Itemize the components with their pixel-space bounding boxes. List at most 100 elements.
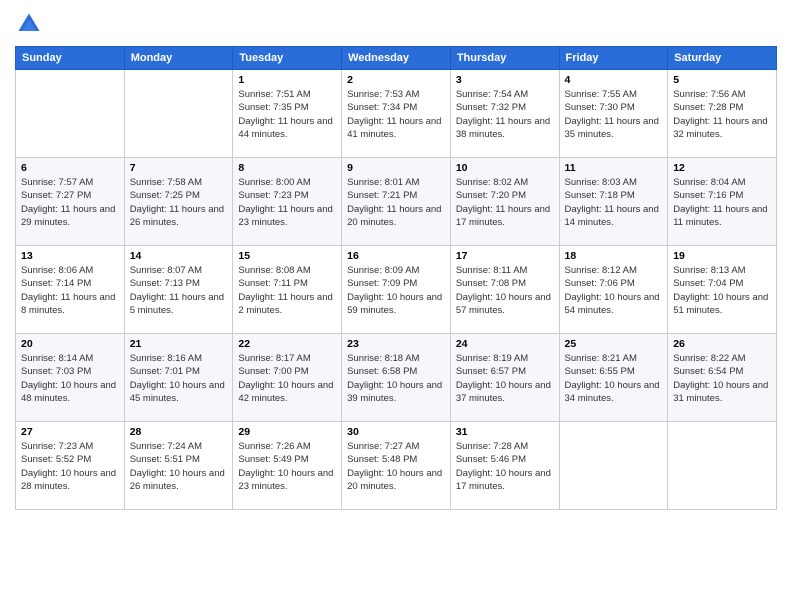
day-number: 12 xyxy=(673,162,771,174)
day-number: 29 xyxy=(238,426,336,438)
calendar-cell: 26 Sunrise: 8:22 AM Sunset: 6:54 PM Dayli… xyxy=(668,334,777,422)
day-info: Sunrise: 8:01 AM Sunset: 7:21 PM Dayligh… xyxy=(347,176,445,229)
day-info: Sunrise: 7:56 AM Sunset: 7:28 PM Dayligh… xyxy=(673,88,771,141)
day-info: Sunrise: 8:14 AM Sunset: 7:03 PM Dayligh… xyxy=(21,352,119,405)
day-info: Sunrise: 7:23 AM Sunset: 5:52 PM Dayligh… xyxy=(21,440,119,493)
day-info: Sunrise: 8:00 AM Sunset: 7:23 PM Dayligh… xyxy=(238,176,336,229)
day-number: 19 xyxy=(673,250,771,262)
calendar-cell: 23 Sunrise: 8:18 AM Sunset: 6:58 PM Dayli… xyxy=(342,334,451,422)
day-info: Sunrise: 7:54 AM Sunset: 7:32 PM Dayligh… xyxy=(456,88,554,141)
day-number: 9 xyxy=(347,162,445,174)
day-info: Sunrise: 8:07 AM Sunset: 7:13 PM Dayligh… xyxy=(130,264,228,317)
day-number: 27 xyxy=(21,426,119,438)
day-number: 28 xyxy=(130,426,228,438)
weekday-header-saturday: Saturday xyxy=(668,47,777,70)
day-info: Sunrise: 8:22 AM Sunset: 6:54 PM Dayligh… xyxy=(673,352,771,405)
day-info: Sunrise: 7:53 AM Sunset: 7:34 PM Dayligh… xyxy=(347,88,445,141)
day-number: 6 xyxy=(21,162,119,174)
day-number: 24 xyxy=(456,338,554,350)
calendar-cell: 13 Sunrise: 8:06 AM Sunset: 7:14 PM Dayli… xyxy=(16,246,125,334)
day-number: 11 xyxy=(565,162,663,174)
day-info: Sunrise: 8:21 AM Sunset: 6:55 PM Dayligh… xyxy=(565,352,663,405)
calendar-cell: 17 Sunrise: 8:11 AM Sunset: 7:08 PM Dayli… xyxy=(450,246,559,334)
day-number: 18 xyxy=(565,250,663,262)
day-number: 31 xyxy=(456,426,554,438)
calendar-cell xyxy=(668,422,777,510)
calendar-cell xyxy=(124,70,233,158)
day-info: Sunrise: 8:06 AM Sunset: 7:14 PM Dayligh… xyxy=(21,264,119,317)
calendar-cell: 3Sunrise: 7:54 AM Sunset: 7:32 PM Daylig… xyxy=(450,70,559,158)
day-info: Sunrise: 7:27 AM Sunset: 5:48 PM Dayligh… xyxy=(347,440,445,493)
calendar-cell: 28 Sunrise: 7:24 AM Sunset: 5:51 PM Dayli… xyxy=(124,422,233,510)
day-info: Sunrise: 8:04 AM Sunset: 7:16 PM Dayligh… xyxy=(673,176,771,229)
calendar-cell: 27 Sunrise: 7:23 AM Sunset: 5:52 PM Dayli… xyxy=(16,422,125,510)
calendar-cell: 12 Sunrise: 8:04 AM Sunset: 7:16 PM Dayli… xyxy=(668,158,777,246)
logo xyxy=(15,10,47,38)
day-number: 14 xyxy=(130,250,228,262)
weekday-header-monday: Monday xyxy=(124,47,233,70)
day-number: 17 xyxy=(456,250,554,262)
calendar-cell xyxy=(16,70,125,158)
day-number: 20 xyxy=(21,338,119,350)
day-info: Sunrise: 7:28 AM Sunset: 5:46 PM Dayligh… xyxy=(456,440,554,493)
weekday-header-wednesday: Wednesday xyxy=(342,47,451,70)
calendar-cell: 1 Sunrise: 7:51 AM Sunset: 7:35 PM Daylig… xyxy=(233,70,342,158)
calendar-cell: 22 Sunrise: 8:17 AM Sunset: 7:00 PM Dayli… xyxy=(233,334,342,422)
calendar-cell: 16 Sunrise: 8:09 AM Sunset: 7:09 PM Dayli… xyxy=(342,246,451,334)
calendar-cell: 5Sunrise: 7:56 AM Sunset: 7:28 PM Daylig… xyxy=(668,70,777,158)
day-info: Sunrise: 8:11 AM Sunset: 7:08 PM Dayligh… xyxy=(456,264,554,317)
calendar-cell: 18Sunrise: 8:12 AM Sunset: 7:06 PM Dayli… xyxy=(559,246,668,334)
calendar-cell: 31 Sunrise: 7:28 AM Sunset: 5:46 PM Dayli… xyxy=(450,422,559,510)
calendar-cell: 9 Sunrise: 8:01 AM Sunset: 7:21 PM Daylig… xyxy=(342,158,451,246)
logo-icon xyxy=(15,10,43,38)
day-info: Sunrise: 7:26 AM Sunset: 5:49 PM Dayligh… xyxy=(238,440,336,493)
week-row-1: 1 Sunrise: 7:51 AM Sunset: 7:35 PM Daylig… xyxy=(16,70,777,158)
day-number: 10 xyxy=(456,162,554,174)
day-number: 15 xyxy=(238,250,336,262)
day-number: 8 xyxy=(238,162,336,174)
day-info: Sunrise: 7:58 AM Sunset: 7:25 PM Dayligh… xyxy=(130,176,228,229)
weekday-header-thursday: Thursday xyxy=(450,47,559,70)
day-info: Sunrise: 7:57 AM Sunset: 7:27 PM Dayligh… xyxy=(21,176,119,229)
day-info: Sunrise: 8:08 AM Sunset: 7:11 PM Dayligh… xyxy=(238,264,336,317)
weekday-header-sunday: Sunday xyxy=(16,47,125,70)
day-number: 30 xyxy=(347,426,445,438)
calendar-cell: 8 Sunrise: 8:00 AM Sunset: 7:23 PM Daylig… xyxy=(233,158,342,246)
day-info: Sunrise: 8:03 AM Sunset: 7:18 PM Dayligh… xyxy=(565,176,663,229)
calendar-cell: 29 Sunrise: 7:26 AM Sunset: 5:49 PM Dayli… xyxy=(233,422,342,510)
calendar-cell: 15 Sunrise: 8:08 AM Sunset: 7:11 PM Dayli… xyxy=(233,246,342,334)
day-number: 23 xyxy=(347,338,445,350)
day-number: 1 xyxy=(238,74,336,86)
header xyxy=(15,10,777,38)
day-number: 22 xyxy=(238,338,336,350)
week-row-2: 6 Sunrise: 7:57 AM Sunset: 7:27 PM Daylig… xyxy=(16,158,777,246)
calendar-cell: 30 Sunrise: 7:27 AM Sunset: 5:48 PM Dayli… xyxy=(342,422,451,510)
day-info: Sunrise: 7:24 AM Sunset: 5:51 PM Dayligh… xyxy=(130,440,228,493)
day-info: Sunrise: 8:17 AM Sunset: 7:00 PM Dayligh… xyxy=(238,352,336,405)
day-info: Sunrise: 7:55 AM Sunset: 7:30 PM Dayligh… xyxy=(565,88,663,141)
day-number: 26 xyxy=(673,338,771,350)
calendar-table: SundayMondayTuesdayWednesdayThursdayFrid… xyxy=(15,46,777,510)
day-info: Sunrise: 7:51 AM Sunset: 7:35 PM Dayligh… xyxy=(238,88,336,141)
day-number: 13 xyxy=(21,250,119,262)
week-row-4: 20 Sunrise: 8:14 AM Sunset: 7:03 PM Dayli… xyxy=(16,334,777,422)
calendar-cell: 21Sunrise: 8:16 AM Sunset: 7:01 PM Dayli… xyxy=(124,334,233,422)
day-number: 25 xyxy=(565,338,663,350)
weekday-header-tuesday: Tuesday xyxy=(233,47,342,70)
weekday-header-friday: Friday xyxy=(559,47,668,70)
calendar-cell: 20 Sunrise: 8:14 AM Sunset: 7:03 PM Dayli… xyxy=(16,334,125,422)
day-number: 21 xyxy=(130,338,228,350)
day-info: Sunrise: 8:02 AM Sunset: 7:20 PM Dayligh… xyxy=(456,176,554,229)
day-number: 2 xyxy=(347,74,445,86)
day-number: 16 xyxy=(347,250,445,262)
calendar-cell: 10 Sunrise: 8:02 AM Sunset: 7:20 PM Dayli… xyxy=(450,158,559,246)
weekday-header-row: SundayMondayTuesdayWednesdayThursdayFrid… xyxy=(16,47,777,70)
day-info: Sunrise: 8:18 AM Sunset: 6:58 PM Dayligh… xyxy=(347,352,445,405)
page: SundayMondayTuesdayWednesdayThursdayFrid… xyxy=(0,0,792,612)
calendar-cell: 25 Sunrise: 8:21 AM Sunset: 6:55 PM Dayli… xyxy=(559,334,668,422)
calendar-cell: 11 Sunrise: 8:03 AM Sunset: 7:18 PM Dayli… xyxy=(559,158,668,246)
day-info: Sunrise: 8:19 AM Sunset: 6:57 PM Dayligh… xyxy=(456,352,554,405)
calendar-cell: 14 Sunrise: 8:07 AM Sunset: 7:13 PM Dayli… xyxy=(124,246,233,334)
day-info: Sunrise: 8:09 AM Sunset: 7:09 PM Dayligh… xyxy=(347,264,445,317)
calendar-cell: 2 Sunrise: 7:53 AM Sunset: 7:34 PM Daylig… xyxy=(342,70,451,158)
